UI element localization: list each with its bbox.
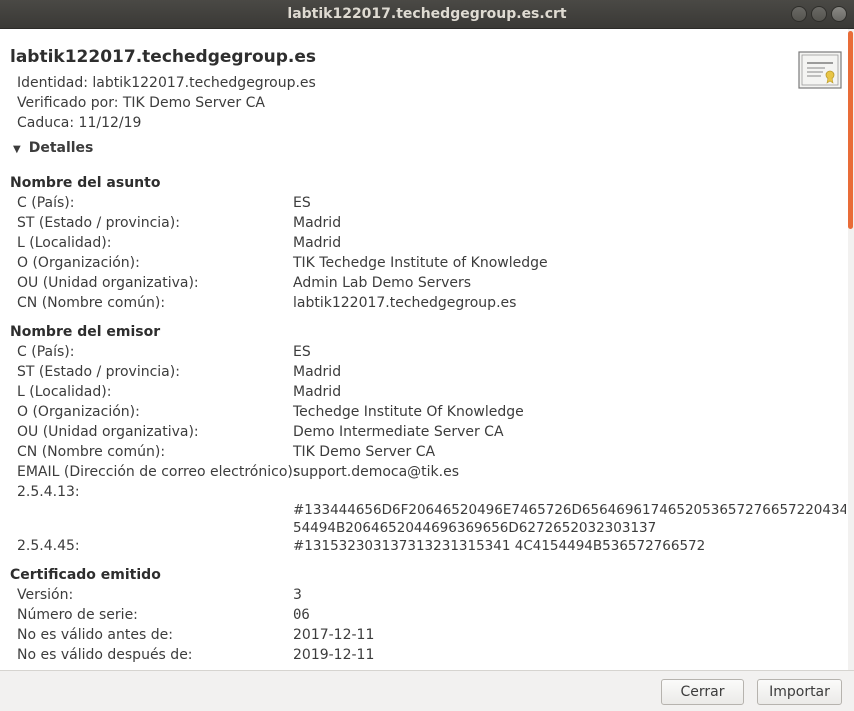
table-row: 2.5.4.45: #131532303137313231315341 4C415… xyxy=(0,538,846,558)
table-row: C (País): ES xyxy=(0,195,846,215)
row-value: Madrid xyxy=(293,364,342,380)
issued-heading: Certificado emitido xyxy=(10,567,161,583)
row-value: Madrid xyxy=(293,384,342,400)
row-label: Número de serie: xyxy=(17,607,138,623)
table-row: No es válido después de: 2019-12-11 xyxy=(0,647,846,667)
maximize-icon[interactable] xyxy=(811,6,827,22)
certificate-viewer: labtik122017.techedgegroup.es Identidad:… xyxy=(0,29,846,670)
oid-value-line: #133444656D6F20646520496E7465726D6564696… xyxy=(293,502,846,518)
row-value: Demo Intermediate Server CA xyxy=(293,424,504,440)
row-label: C (País): xyxy=(17,195,75,211)
row-value: Techedge Institute Of Knowledge xyxy=(293,404,524,420)
certificate-icon xyxy=(798,51,842,89)
row-label: ST (Estado / provincia): xyxy=(17,215,180,231)
scrollbar-thumb[interactable] xyxy=(848,31,853,229)
row-label: CN (Nombre común): xyxy=(17,444,166,460)
row-value: 3 xyxy=(293,587,302,603)
row-label: CN (Nombre común): xyxy=(17,295,166,311)
table-row: Número de serie: 06 xyxy=(0,607,846,627)
row-label: L (Localidad): xyxy=(17,384,112,400)
table-row: O (Organización): TIK Techedge Institute … xyxy=(0,255,846,275)
row-label: Versión: xyxy=(17,587,74,603)
table-row: L (Localidad): Madrid xyxy=(0,235,846,255)
details-label: Detalles xyxy=(28,140,94,156)
close-button[interactable]: Cerrar xyxy=(661,679,744,705)
minimize-icon[interactable] xyxy=(791,6,807,22)
row-label: O (Organización): xyxy=(17,404,140,420)
row-label: No es válido después de: xyxy=(17,647,193,663)
details-expander[interactable]: ▼ Detalles xyxy=(13,140,93,156)
row-label: 2.5.4.45: xyxy=(17,538,80,554)
row-label: No es válido antes de: xyxy=(17,627,173,643)
table-row: L (Localidad): Madrid xyxy=(0,384,846,404)
dialog-button-bar: Cerrar Importar xyxy=(0,670,854,711)
row-label: C (País): xyxy=(17,344,75,360)
row-value: support.democa@tik.es xyxy=(293,464,460,480)
triangle-down-icon: ▼ xyxy=(13,144,21,155)
table-row: No es válido antes de: 2017-12-11 xyxy=(0,627,846,647)
row-value: labtik122017.techedgegroup.es xyxy=(293,295,517,311)
close-window-icon[interactable] xyxy=(831,6,847,22)
table-row: CN (Nombre común): TIK Demo Server CA xyxy=(0,444,846,464)
identity-text: Identidad: labtik122017.techedgegroup.es xyxy=(17,75,316,91)
row-value: TIK Techedge Institute of Knowledge xyxy=(293,255,548,271)
page-title: labtik122017.techedgegroup.es xyxy=(10,47,316,67)
verified-by-text: Verificado por: TIK Demo Server CA xyxy=(17,95,265,111)
window-title: labtik122017.techedgegroup.es.crt xyxy=(287,6,567,22)
title-bar: labtik122017.techedgegroup.es.crt xyxy=(0,0,854,29)
subject-heading: Nombre del asunto xyxy=(10,175,161,191)
row-value: ES xyxy=(293,344,311,360)
row-value: TIK Demo Server CA xyxy=(293,444,436,460)
row-value: Madrid xyxy=(293,235,342,251)
row-value: Admin Lab Demo Servers xyxy=(293,275,472,291)
row-value: 2019-12-11 xyxy=(293,647,375,663)
row-label: 2.5.4.13: xyxy=(17,484,80,500)
table-row: EMAIL (Dirección de correo electrónico):… xyxy=(0,464,846,484)
table-row: C (País): ES xyxy=(0,344,846,364)
table-row: ST (Estado / provincia): Madrid xyxy=(0,364,846,384)
row-label: EMAIL (Dirección de correo electrónico): xyxy=(17,464,298,480)
row-label: OU (Unidad organizativa): xyxy=(17,275,199,291)
row-label: L (Localidad): xyxy=(17,235,112,251)
row-label: ST (Estado / provincia): xyxy=(17,364,180,380)
table-row: CN (Nombre común): labtik122017.techedgeg… xyxy=(0,295,846,315)
table-row: OU (Unidad organizativa): Demo Intermedia… xyxy=(0,424,846,444)
row-label: O (Organización): xyxy=(17,255,140,271)
issuer-heading: Nombre del emisor xyxy=(10,324,161,340)
row-value: ES xyxy=(293,195,311,211)
row-value: Madrid xyxy=(293,215,342,231)
row-value: 2017-12-11 xyxy=(293,627,375,643)
row-value: 06 xyxy=(293,607,310,623)
table-row: Versión: 3 xyxy=(0,587,846,607)
expires-text: Caduca: 11/12/19 xyxy=(17,115,142,131)
row-label: OU (Unidad organizativa): xyxy=(17,424,199,440)
table-row: O (Organización): Techedge Institute Of K… xyxy=(0,404,846,424)
row-value: #131532303137313231315341 4C4154494B5365… xyxy=(293,538,706,554)
oid-value-line: 54494B2064652044696369656D62726520323031… xyxy=(293,520,657,536)
table-row: ST (Estado / provincia): Madrid xyxy=(0,215,846,235)
table-row: OU (Unidad organizativa): Admin Lab Demo … xyxy=(0,275,846,295)
import-button[interactable]: Importar xyxy=(757,679,842,705)
